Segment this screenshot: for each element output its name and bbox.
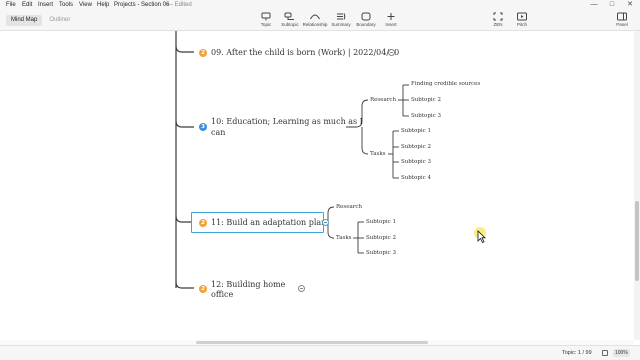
topic09-title[interactable]: 09. After the child is born (Work) | 202… xyxy=(211,48,399,57)
topic10-research-child-3[interactable]: Subtopic 3 xyxy=(411,113,441,119)
topic11-badge: 2 xyxy=(199,219,207,227)
branch-topic12 xyxy=(175,281,194,289)
relationship-label: Relationship xyxy=(302,22,328,27)
summary-icon xyxy=(337,13,346,20)
topic11-tasks[interactable]: Tasks xyxy=(336,235,352,241)
menu-help[interactable]: Help xyxy=(97,0,109,10)
topic10-tasks-child-1[interactable]: Subtopic 1 xyxy=(401,128,431,134)
topic10-research-child-2[interactable]: Subtopic 2 xyxy=(411,97,441,103)
topic10-research-child-1[interactable]: Finding credible sources xyxy=(411,81,480,87)
topic09-collapse-toggle[interactable] xyxy=(388,49,395,56)
boundary-button[interactable]: Boundary xyxy=(352,12,380,30)
edited-status: — Edited xyxy=(167,2,192,8)
summary-label: Summary xyxy=(331,22,351,27)
tab-mind-map[interactable]: Mind Map xyxy=(6,15,43,26)
subtopic-label: Subtopic xyxy=(281,22,299,27)
summary-button[interactable]: Summary xyxy=(327,12,355,30)
branch-topic10 xyxy=(175,120,194,128)
topic10-tasks-child-2[interactable]: Subtopic 2 xyxy=(401,144,431,150)
fullscreen-icon xyxy=(493,12,503,21)
topic10-research[interactable]: Research xyxy=(370,97,396,103)
topic10-tasks-child-3[interactable]: Subtopic 3 xyxy=(401,159,431,165)
insert-label: Insert xyxy=(385,22,397,27)
pitch-icon xyxy=(517,12,527,21)
topic12-title-line2[interactable]: office xyxy=(211,290,233,299)
menu-file[interactable]: File xyxy=(6,0,16,10)
zoom-level[interactable]: 100% xyxy=(613,349,630,357)
vertical-scroll-thumb[interactable] xyxy=(635,201,639,281)
topic10-title-line2[interactable]: can xyxy=(211,128,225,137)
topic12-collapse-toggle[interactable] xyxy=(298,285,305,292)
plus-icon xyxy=(387,13,395,20)
topic09-badge: 2 xyxy=(199,49,207,57)
relationship-button[interactable]: Relationship xyxy=(301,12,329,30)
fit-map-icon[interactable] xyxy=(602,350,608,356)
branch-connectors xyxy=(175,31,409,289)
topic-counter: Topic: 1 / 99 xyxy=(562,350,592,356)
subtopic-button[interactable]: Subtopic xyxy=(276,12,304,30)
topic10-title-line1[interactable]: 10: Education; Learning as much as I xyxy=(211,117,363,126)
topic10-badge: 3 xyxy=(199,123,207,131)
topic12-title-line1[interactable]: 12: Building home xyxy=(211,280,285,289)
mind-map-canvas[interactable]: 2 09. After the child is born (Work) | 2… xyxy=(0,31,634,340)
vertical-scrollbar[interactable] xyxy=(634,31,640,340)
menu-tools[interactable]: Tools xyxy=(59,0,73,10)
menu-insert[interactable]: Insert xyxy=(38,0,53,10)
boundary-label: Boundary xyxy=(356,22,376,27)
topic11-tasks-child-1[interactable]: Subtopic 1 xyxy=(366,219,396,225)
subtopic-icon xyxy=(284,12,294,20)
mouse-cursor-icon xyxy=(477,230,486,243)
topic10-tasks[interactable]: Tasks xyxy=(370,151,386,157)
branch-topic09 xyxy=(175,45,194,53)
topic-icon xyxy=(261,12,271,21)
topic11-tasks-child-2[interactable]: Subtopic 2 xyxy=(366,235,396,241)
document-title: Projects - Section 06 xyxy=(114,2,170,8)
topic11-title[interactable]: 11: Build an adaptation plan xyxy=(211,218,326,227)
topic11-tasks-child-3[interactable]: Subtopic 3 xyxy=(366,250,396,256)
horizontal-scroll-thumb[interactable] xyxy=(196,341,428,344)
relationship-icon xyxy=(310,14,320,20)
panel-label: Panel xyxy=(616,22,628,27)
status-bar: Topic: 1 / 99 100% xyxy=(0,345,640,360)
pitch-label: Pitch xyxy=(516,22,527,27)
boundary-icon xyxy=(361,12,371,21)
close-button[interactable]: ✕ xyxy=(624,0,636,10)
topic11-collapse-toggle[interactable] xyxy=(322,219,329,226)
toolbar: Mind Map Outliner Topic Subtopic Relatio… xyxy=(0,10,640,31)
view-tabs: Mind Map Outliner xyxy=(6,15,75,26)
title-bar: File Edit Insert Tools View Help Project… xyxy=(0,0,640,10)
maximize-button[interactable]: □ xyxy=(606,0,618,10)
panel-button[interactable]: Panel xyxy=(608,12,636,30)
pitch-button[interactable]: Pitch xyxy=(508,12,536,30)
insert-button[interactable]: Insert xyxy=(377,12,405,30)
topic11-research[interactable]: Research xyxy=(336,204,362,210)
minimize-button[interactable]: — xyxy=(588,0,600,10)
menu-view[interactable]: View xyxy=(79,0,92,10)
branch-topic11 xyxy=(175,215,191,223)
tab-outliner[interactable]: Outliner xyxy=(44,15,75,26)
topic12-badge: 2 xyxy=(199,285,207,293)
menu-edit[interactable]: Edit xyxy=(22,0,32,10)
topic10-tasks-child-4[interactable]: Subtopic 4 xyxy=(401,175,431,181)
panel-icon xyxy=(617,12,627,21)
